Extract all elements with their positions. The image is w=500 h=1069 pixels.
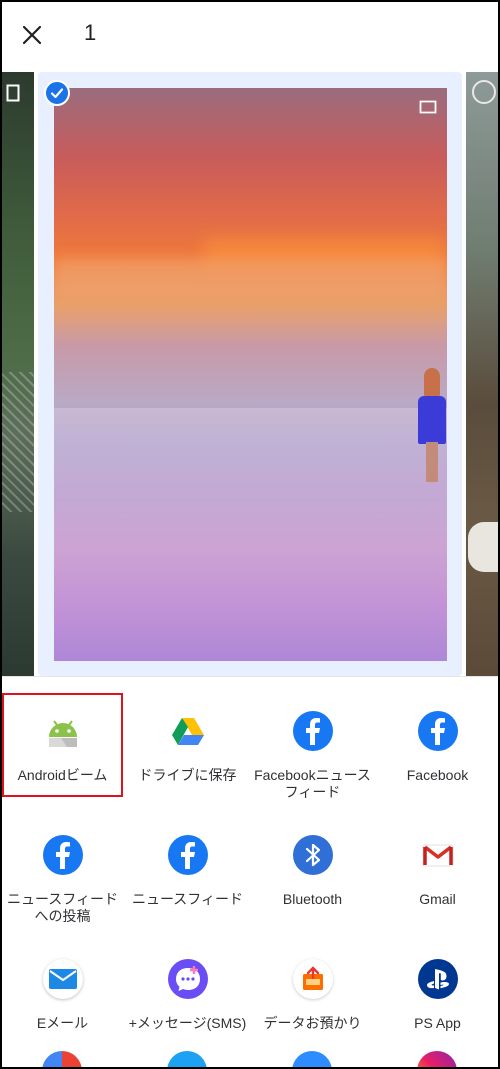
share-target-data-backup[interactable]: データお預かり	[250, 925, 375, 1049]
facebook-icon	[292, 711, 333, 751]
share-target-plus-message[interactable]: +メッセージ(SMS)	[125, 925, 250, 1049]
share-target-gmail[interactable]: Gmail	[375, 801, 500, 925]
share-target-label: ニュースフィード	[131, 891, 244, 907]
share-target-label: Eメール	[36, 1015, 89, 1031]
expand-icon[interactable]	[6, 84, 20, 102]
share-target-label: +メッセージ(SMS)	[128, 1015, 247, 1031]
share-target-label: Facebookニュースフィード	[254, 767, 371, 800]
data-backup-icon	[292, 959, 333, 999]
share-target-news-feed[interactable]: ニュースフィード	[125, 801, 250, 925]
expand-icon[interactable]	[419, 100, 437, 114]
share-target-label: データお預かり	[263, 1015, 362, 1031]
facebook-icon	[417, 711, 458, 751]
share-target-label: Androidビーム	[17, 767, 108, 783]
facebook-icon	[42, 835, 83, 875]
zoom-icon[interactable]	[292, 1051, 332, 1069]
facebook-icon	[167, 835, 208, 875]
share-target-label: PS App	[414, 1015, 461, 1031]
playstation-icon	[417, 959, 458, 999]
close-icon	[22, 25, 42, 45]
twitter-icon[interactable]	[167, 1051, 207, 1069]
share-target-label: ニュースフィードへの投稿	[6, 891, 119, 924]
person-figure	[416, 368, 446, 488]
share-sheet: Androidビーム ドライブに保存 Facebookニュースフィード Face…	[0, 676, 500, 1069]
share-target-drive[interactable]: ドライブに保存	[125, 677, 250, 801]
share-target-android-beam[interactable]: Androidビーム	[0, 677, 125, 801]
share-target-bluetooth[interactable]: Bluetooth	[250, 801, 375, 925]
photo-carousel[interactable]	[0, 70, 500, 676]
checkmark-icon	[50, 88, 64, 99]
share-target-label: Bluetooth	[282, 891, 343, 907]
google-icon[interactable]	[42, 1051, 82, 1069]
close-button[interactable]	[14, 17, 50, 53]
share-targets-next-row	[0, 1049, 500, 1069]
email-icon	[42, 959, 83, 999]
share-target-grid: Androidビーム ドライブに保存 Facebookニュースフィード Face…	[0, 677, 500, 1049]
share-target-facebook-news-feed[interactable]: Facebookニュースフィード	[250, 677, 375, 801]
google-drive-icon	[168, 711, 208, 751]
android-beam-icon	[43, 711, 83, 751]
select-circle[interactable]	[472, 80, 496, 104]
share-target-label: ドライブに保存	[138, 767, 237, 783]
share-target-label: Gmail	[419, 891, 456, 907]
gmail-icon	[418, 835, 458, 875]
share-target-facebook[interactable]: Facebook	[375, 677, 500, 801]
selected-photo[interactable]	[54, 88, 447, 661]
selected-check-badge[interactable]	[44, 80, 70, 106]
share-target-label: Facebook	[406, 767, 469, 783]
bluetooth-icon	[292, 835, 333, 875]
photo-thumbnail-right[interactable]	[466, 72, 500, 676]
selected-count: 1	[84, 20, 97, 45]
plus-message-icon	[167, 959, 208, 999]
share-target-news-feed-post[interactable]: ニュースフィードへの投稿	[0, 801, 125, 925]
top-bar: 1	[0, 0, 500, 70]
photo-thumbnail-left[interactable]	[0, 72, 34, 676]
share-target-ps-app[interactable]: PS App	[375, 925, 500, 1049]
share-target-email[interactable]: Eメール	[0, 925, 125, 1049]
instagram-icon[interactable]	[417, 1051, 457, 1069]
